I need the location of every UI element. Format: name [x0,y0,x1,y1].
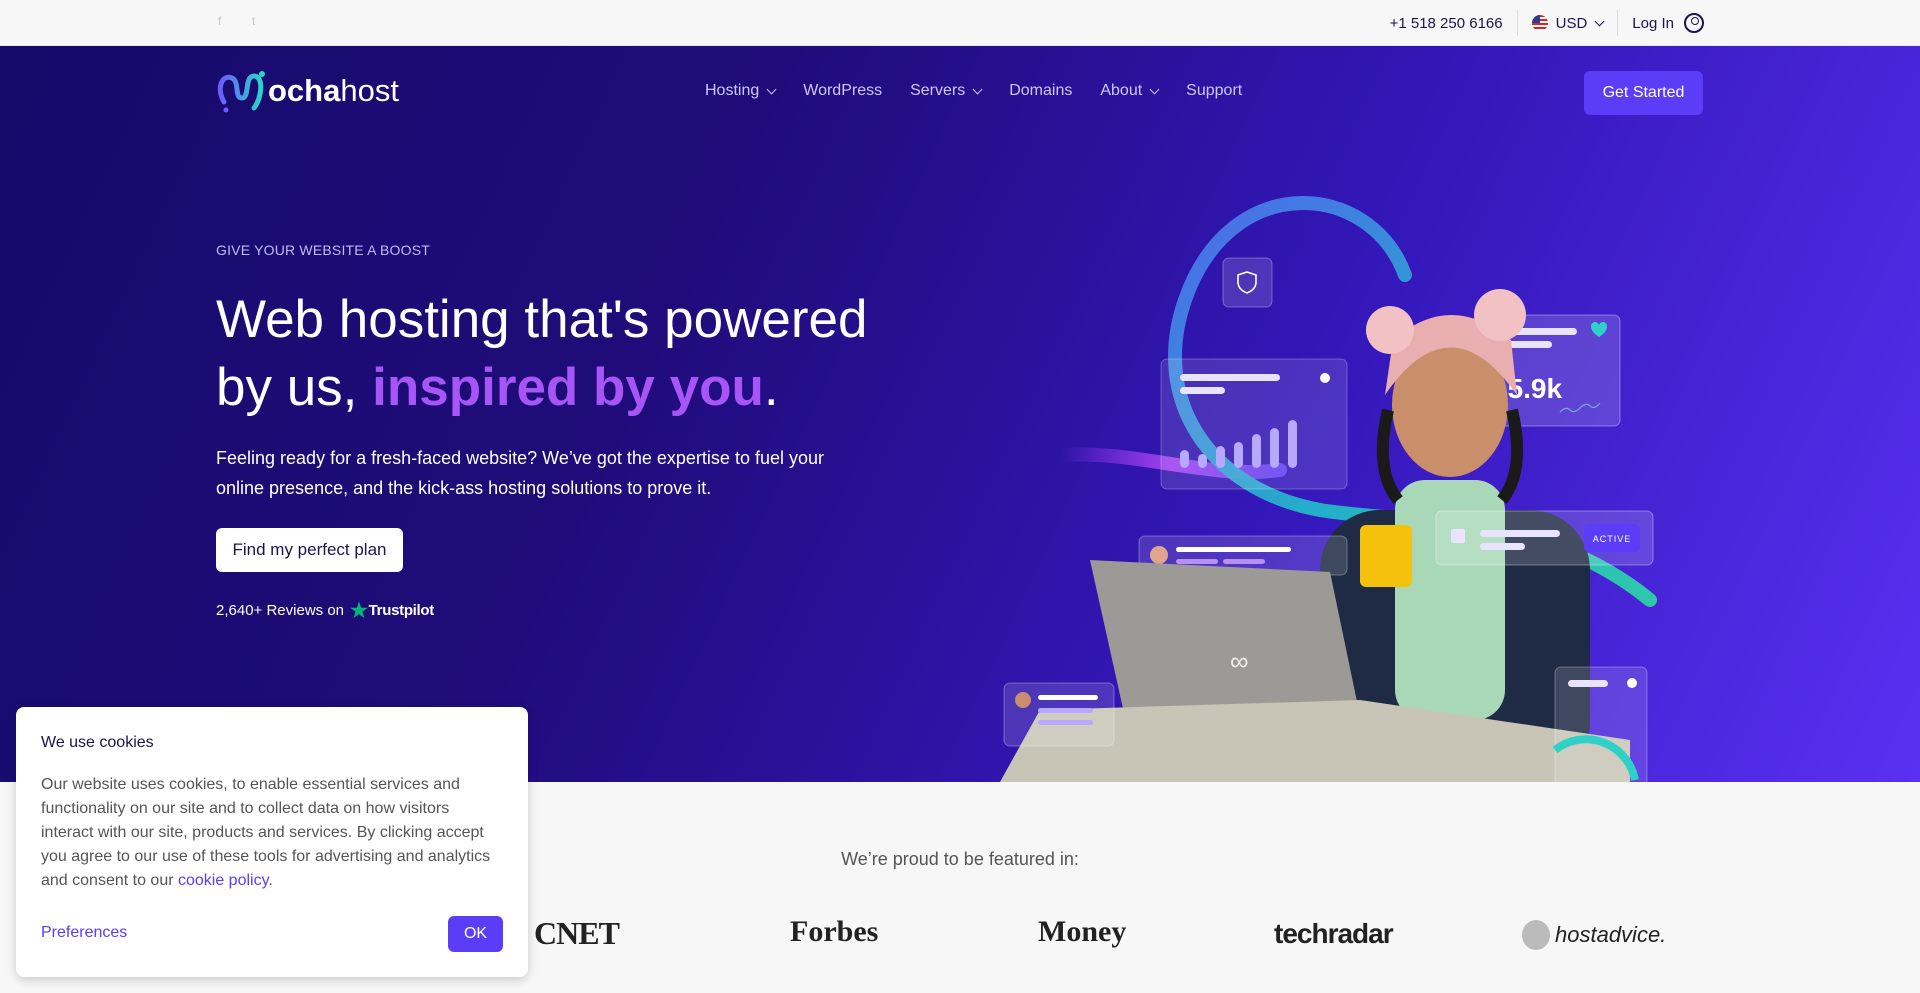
top-bar: f t +1 518 250 6166 USD Log In [0,0,1920,46]
nav-about[interactable]: About [1100,82,1160,100]
nav-wordpress[interactable]: WordPress [803,82,882,100]
shield-card [1222,257,1273,308]
chevron-down-icon [1149,84,1160,94]
logo[interactable]: ocha host [216,68,399,114]
us-flag-icon [1531,15,1548,31]
chevron-down-icon [972,84,983,94]
preferences-link[interactable]: Preferences [41,924,127,942]
nav-domains[interactable]: Domains [1009,82,1072,100]
trustpilot-logo[interactable]: ★ Trustpilot [350,598,434,623]
nav-hosting[interactable]: Hosting [705,82,777,100]
nav-servers[interactable]: Servers [910,82,983,100]
currency-label: USD [1555,14,1588,32]
reviews-line: 2,640+ Reviews on ★ Trustpilot [216,598,434,623]
login-label: Log In [1632,14,1674,32]
money-logo: Money [1038,915,1127,948]
mug [1360,525,1412,587]
ok-button[interactable]: OK [448,916,503,952]
chevron-down-icon [766,84,777,94]
cookie-banner: We use cookies Our website uses cookies,… [16,707,528,977]
chevron-down-icon [1594,16,1605,26]
forbes-logo: Forbes [790,915,879,948]
techradar-logo: techradar [1274,918,1394,949]
phone-number[interactable]: +1 518 250 6166 [1390,15,1503,32]
hero-illustration: 15.9k ACTIVE ∞ [1000,196,1657,782]
login-link[interactable]: Log In [1632,13,1704,33]
logo-mark-icon [217,71,265,113]
hostadvice-mascot-icon [1522,920,1550,950]
user-icon [1684,13,1704,33]
bar-chart-card [1160,358,1348,490]
active-badge: ACTIVE [1593,534,1632,544]
cookie-body: Our website uses cookies, to enable esse… [41,776,491,889]
avatar [1150,546,1168,564]
logo-text-bold: ocha [268,73,341,108]
nav-support[interactable]: Support [1186,82,1242,100]
avatar [1015,692,1031,708]
hero-lead: Feeling ready for a fresh-faced website?… [216,448,824,498]
hero-title: Web hosting that's powered by us, inspire… [216,290,868,417]
reviews-count: 2,640+ Reviews on [216,602,344,619]
divider [1516,10,1518,36]
get-started-button[interactable]: Get Started [1584,71,1703,115]
twitter-icon[interactable]: t [252,14,255,28]
contacts-card [1003,682,1115,747]
main-nav: Hosting WordPress Servers Domains About … [705,82,1242,100]
cookie-title: We use cookies [41,734,154,751]
find-plan-button[interactable]: Find my perfect plan [216,528,403,572]
hostadvice-logo: hostadvice. [1555,922,1667,947]
cnet-logo: CNET [534,915,620,951]
star-icon: ★ [350,600,368,622]
logo-text-light: host [340,73,399,108]
active-card: ACTIVE [1435,510,1654,566]
cookie-policy-link[interactable]: cookie policy [178,872,268,889]
facebook-icon[interactable]: f [218,14,221,28]
svg-text:∞: ∞ [1230,646,1249,676]
hero-section: ocha host Hosting WordPress Servers Domai… [0,46,1920,782]
currency-selector[interactable]: USD [1531,14,1605,32]
gauge-card [1552,666,1648,782]
hero-eyebrow: GIVE YOUR WEBSITE A BOOST [216,242,431,258]
divider [1617,10,1619,36]
